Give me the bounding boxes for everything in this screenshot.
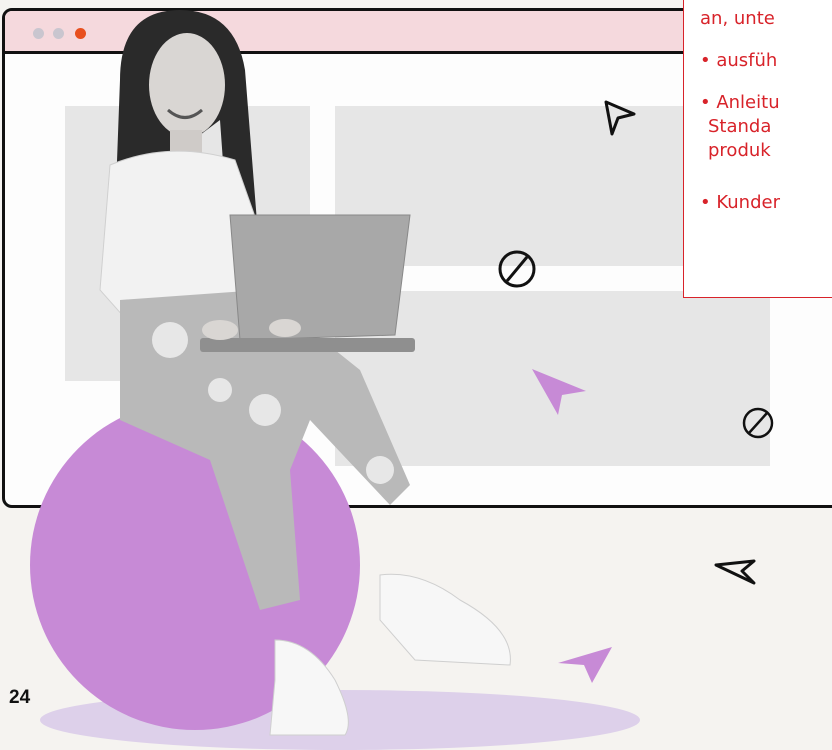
- blocked-icon: [742, 407, 774, 439]
- woman-with-laptop-illustration: [99, 10, 511, 736]
- callout-bullet: • Anleitu: [700, 92, 780, 113]
- callout-bullet: • ausfüh: [700, 50, 778, 71]
- cursor-icon: [714, 559, 756, 585]
- callout-line: produk: [708, 140, 771, 161]
- callout-bullet: • Kunder: [700, 192, 780, 213]
- window-dot-icon: [33, 28, 44, 39]
- page-number: 24: [9, 687, 31, 708]
- callout-line: an, unte: [700, 8, 775, 29]
- info-callout-box: an, unte • ausfüh • Anleitu Standa produ…: [683, 0, 832, 298]
- callout-line: Standa: [708, 116, 772, 137]
- cursor-icon: [532, 369, 586, 415]
- blocked-icon: [498, 250, 536, 288]
- cursor-icon: [558, 647, 612, 683]
- cursor-icon: [604, 100, 636, 136]
